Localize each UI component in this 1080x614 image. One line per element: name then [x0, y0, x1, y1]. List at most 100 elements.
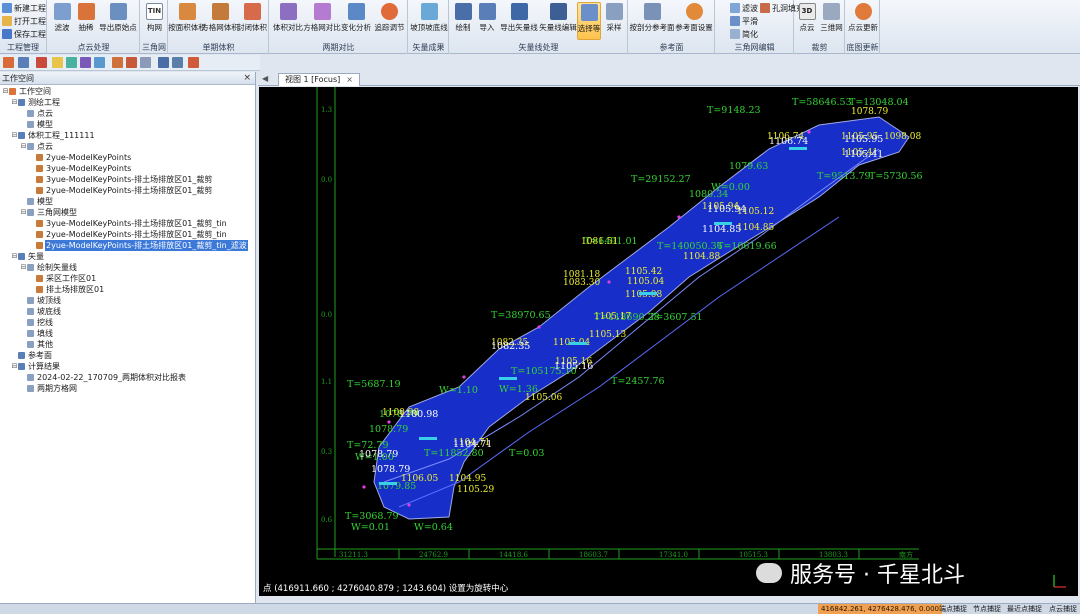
tree-node-label: 3yue-ModelKeyPoints	[46, 164, 132, 173]
toolbar-icon-11[interactable]	[158, 57, 169, 68]
tree-node[interactable]: 采区工作区01	[29, 273, 97, 284]
toolbar-icon-9[interactable]	[126, 57, 137, 68]
tree-expander-icon[interactable]: ⊟	[11, 97, 18, 108]
sample-point-marker	[387, 420, 391, 424]
change-analysis-button[interactable]: 变化分析	[340, 2, 372, 40]
build-tin-button[interactable]: TIN 构网	[143, 2, 166, 40]
select-button[interactable]: 选择等	[577, 2, 601, 40]
tree-node[interactable]: 3yue-ModelKeyPoints	[29, 163, 132, 174]
tree-expander-icon[interactable]: ⊟	[11, 361, 18, 372]
tree-node[interactable]: 点云	[20, 108, 54, 119]
tree-node[interactable]: ⊟ 三角网模型	[20, 207, 78, 218]
tree-node[interactable]: 参考面	[11, 350, 53, 361]
tree-node[interactable]: 2yue-ModelKeyPoints-排土场排放区01_裁剪_tin_滤波	[29, 240, 248, 251]
new-project-button[interactable]: 新建工程	[2, 2, 46, 14]
tree-node-label: 挖线	[37, 318, 53, 327]
tree-expander-icon[interactable]: ⊟	[11, 130, 18, 141]
tree-node[interactable]: ⊟ 工作空间	[2, 86, 52, 97]
tree-node[interactable]: ⊟ 测绘工程	[11, 97, 61, 108]
3d-viewport[interactable]: 1.3 0.0 0.0 1.1 0.3 0.6 31211.3 24762.9 14418.6 1…	[259, 87, 1078, 596]
tree-node[interactable]: ⊟ 绘制矢量线	[20, 262, 78, 273]
toolbar-icon-13[interactable]	[188, 57, 199, 68]
tree-node[interactable]: 2yue-ModelKeyPoints	[29, 152, 132, 163]
elevation-label-white: 1106.74	[769, 136, 808, 147]
axis-left-label: 0.3	[321, 448, 332, 456]
thin-button[interactable]: 抽稀	[75, 2, 97, 40]
tree-node[interactable]: 坡底线	[20, 306, 62, 317]
tree-expander-icon[interactable]: ⊟	[20, 262, 27, 273]
update-pointcloud-button[interactable]: 点云更新	[847, 2, 879, 40]
split-reference-button[interactable]: 按剖分参考面	[630, 2, 675, 40]
snap-endpoint[interactable]: 端点捕捉	[936, 604, 970, 614]
draw-button[interactable]: 绘制	[452, 2, 474, 40]
toolbar-icon-12[interactable]	[172, 57, 183, 68]
tree-node-icon	[27, 297, 34, 304]
tin-filter-button[interactable]: 滤波	[730, 2, 758, 14]
toolbar-icon-6[interactable]	[80, 57, 91, 68]
tree-node[interactable]: 2024-02-22_170709_两期体积对比报表	[20, 372, 187, 383]
snap-nearest[interactable]: 最近点捕捉	[1004, 604, 1045, 614]
smooth-button[interactable]: 平滑	[730, 15, 758, 27]
closed-volume-button[interactable]: 封闭体积	[237, 2, 267, 40]
reference-settings-button[interactable]: 参考面设置	[674, 2, 714, 40]
tree-node[interactable]: 模型	[20, 196, 54, 207]
filter-button[interactable]: 滤波	[51, 2, 73, 40]
tab-scroll-left-icon[interactable]: ◀	[262, 74, 268, 83]
elevation-label-white: 1100.98	[399, 409, 438, 420]
import-button[interactable]: 导入	[476, 2, 498, 40]
annotation-marker-cyan	[789, 147, 807, 150]
snap-node[interactable]: 节点捕捉	[970, 604, 1004, 614]
tree-node[interactable]: 2yue-ModelKeyPoints-排土场排放区01_裁剪_tin	[29, 229, 228, 240]
tree-node[interactable]: 3yue-ModelKeyPoints-排土场排放区01_裁剪	[29, 174, 213, 185]
tab-view-1[interactable]: 视图 1 [Focus] ×	[278, 73, 360, 86]
tab-close-icon[interactable]: ×	[346, 75, 353, 84]
toolbar-icon-5[interactable]	[66, 57, 77, 68]
clip-pointcloud-button[interactable]: 3D 点云	[796, 2, 818, 40]
export-points-button[interactable]: 导出原始点	[99, 2, 137, 40]
tree-node-icon	[27, 110, 34, 117]
grid-compare-button[interactable]: 方格网对比	[303, 2, 341, 40]
edit-vector-button[interactable]: 矢量线编辑	[539, 2, 577, 40]
slope-line-button[interactable]: 坡顶坡底线	[410, 2, 448, 40]
close-icon[interactable]: ×	[243, 72, 251, 85]
tree-node[interactable]: 坡顶线	[20, 295, 62, 306]
volume-compare-button[interactable]: 体积对比	[272, 2, 304, 40]
tree-node-icon	[27, 143, 34, 150]
tree-node[interactable]: 其他	[20, 339, 54, 350]
toolbar-icon-2[interactable]	[18, 57, 29, 68]
export-vector-button[interactable]: 导出矢量线	[500, 2, 538, 40]
tree-node[interactable]: 模型	[20, 119, 54, 130]
tree-expander-icon[interactable]: ⊟	[2, 86, 9, 97]
open-project-button[interactable]: 打开工程	[2, 15, 46, 27]
tree-expander-icon[interactable]: ⊟	[20, 141, 27, 152]
tree-expander-icon[interactable]: ⊟	[11, 251, 18, 262]
tree-node[interactable]: ⊟ 矢量	[11, 251, 45, 262]
elevation-label-white: 1105.16	[554, 361, 593, 372]
tree-expander-icon[interactable]: ⊟	[20, 207, 27, 218]
grid-volume-button[interactable]: 方格网体积	[201, 2, 239, 40]
toolbar-icon-4[interactable]	[52, 57, 63, 68]
area-volume-button[interactable]: 按面积体积	[168, 2, 206, 40]
tree-node[interactable]: 排土场排放区01	[29, 284, 105, 295]
tree-node[interactable]: 3yue-ModelKeyPoints-排土场排放区01_裁剪_tin	[29, 218, 228, 229]
tree-node[interactable]: ⊟ 体积工程_111111	[11, 130, 96, 141]
sample-button[interactable]: 采样	[603, 2, 625, 40]
tree-node[interactable]: 挖线	[20, 317, 54, 328]
toolbar-icon-1[interactable]	[3, 57, 14, 68]
tree-node[interactable]: 填线	[20, 328, 54, 339]
tree-node-icon	[27, 341, 34, 348]
toolbar-icon-10[interactable]	[140, 57, 151, 68]
simplify-button[interactable]: 简化	[730, 28, 758, 40]
save-project-button[interactable]: 保存工程	[2, 28, 46, 40]
snap-pointcloud[interactable]: 点云捕捉	[1046, 604, 1080, 614]
track-adjust-button[interactable]: 追踪调节	[373, 2, 406, 40]
tree-node[interactable]: 两期方格网	[20, 383, 78, 394]
tree-node[interactable]: ⊟ 点云	[20, 141, 54, 152]
quick-toolbar	[0, 55, 260, 71]
toolbar-icon-3[interactable]	[36, 57, 47, 68]
clip-3dmesh-button[interactable]: 三维网	[819, 2, 844, 40]
toolbar-icon-8[interactable]	[112, 57, 123, 68]
tree-node[interactable]: ⊟ 计算结果	[11, 361, 61, 372]
toolbar-icon-7[interactable]	[94, 57, 105, 68]
tree-node[interactable]: 2yue-ModelKeyPoints-排土场排放区01_裁剪	[29, 185, 213, 196]
